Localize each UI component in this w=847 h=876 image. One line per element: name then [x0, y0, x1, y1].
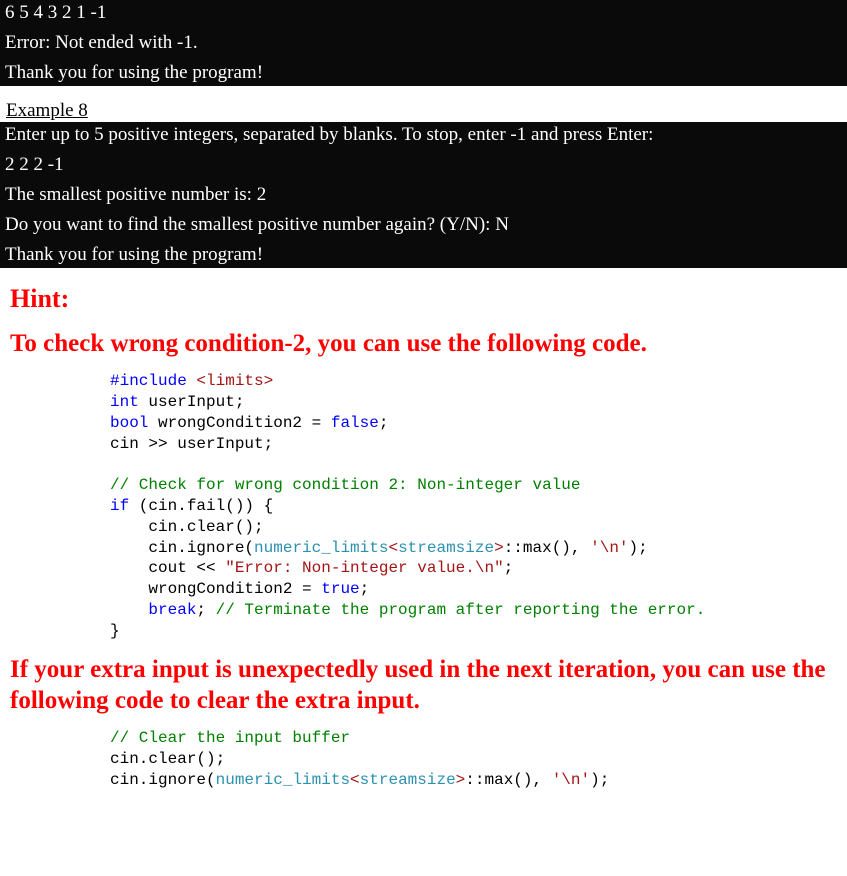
- code-comment: // Terminate the program after reporting…: [216, 601, 706, 619]
- code-text: cin.ignore(: [110, 771, 216, 789]
- code-text: wrongCondition2 =: [148, 414, 330, 432]
- hint-text-1: To check wrong condition-2, you can use …: [10, 328, 837, 359]
- code-text: ;: [504, 559, 514, 577]
- code-keyword: break: [148, 601, 196, 619]
- code-block-2: // Clear the input buffer cin.clear(); c…: [110, 728, 837, 790]
- code-text: userInput;: [139, 393, 245, 411]
- code-keyword: false: [331, 414, 379, 432]
- code-type: streamsize: [398, 539, 494, 557]
- code-text: ;: [360, 580, 370, 598]
- code-text: cin.clear();: [110, 518, 264, 536]
- code-keyword: true: [321, 580, 359, 598]
- code-text: (cin.fail()) {: [129, 497, 273, 515]
- code-text: ::max(),: [504, 539, 590, 557]
- console-line: 2 2 2 -1: [5, 154, 842, 176]
- code-keyword: int: [110, 393, 139, 411]
- console-output-1: 6 5 4 3 2 1 -1 Error: Not ended with -1.…: [0, 0, 847, 86]
- code-text: ;: [379, 414, 389, 432]
- code-text: );: [590, 771, 609, 789]
- code-literal: '\n': [590, 539, 628, 557]
- code-literal: <limits>: [196, 372, 273, 390]
- code-text: cin >> userInput;: [110, 435, 273, 453]
- code-block-1: #include <limits> int userInput; bool wr…: [110, 371, 837, 641]
- console-line: Enter up to 5 positive integers, separat…: [5, 124, 842, 146]
- code-text: cin.ignore(: [110, 539, 254, 557]
- code-text: ::max(),: [465, 771, 551, 789]
- code-sym: >: [456, 771, 466, 789]
- code-text: cout <<: [110, 559, 225, 577]
- console-line: Thank you for using the program!: [5, 244, 842, 266]
- code-text: );: [629, 539, 648, 557]
- console-output-2: Enter up to 5 positive integers, separat…: [0, 122, 847, 268]
- code-text: ;: [196, 601, 215, 619]
- console-line: Do you want to find the smallest positiv…: [5, 214, 842, 236]
- hint-text-2: If your extra input is unexpectedly used…: [10, 654, 837, 717]
- hint-heading: Hint:: [10, 284, 837, 314]
- code-text: }: [110, 622, 120, 640]
- console-line: 6 5 4 3 2 1 -1: [5, 2, 842, 24]
- code-sym: >: [494, 539, 504, 557]
- code-keyword: #include: [110, 372, 196, 390]
- code-comment: // Check for wrong condition 2: Non-inte…: [110, 476, 580, 494]
- code-text: [110, 601, 148, 619]
- code-keyword: if: [110, 497, 129, 515]
- code-comment: // Clear the input buffer: [110, 729, 350, 747]
- code-text: wrongCondition2 =: [110, 580, 321, 598]
- code-type: numeric_limits: [216, 771, 350, 789]
- console-line: Thank you for using the program!: [5, 62, 842, 84]
- console-line: The smallest positive number is: 2: [5, 184, 842, 206]
- code-type: numeric_limits: [254, 539, 388, 557]
- code-literal: '\n': [552, 771, 590, 789]
- example-heading: Example 8: [6, 100, 847, 122]
- code-text: cin.clear();: [110, 750, 225, 768]
- code-keyword: bool: [110, 414, 148, 432]
- code-sym: <: [388, 539, 398, 557]
- code-literal: "Error: Non-integer value.\n": [225, 559, 503, 577]
- code-type: streamsize: [360, 771, 456, 789]
- console-line: Error: Not ended with -1.: [5, 32, 842, 54]
- code-sym: <: [350, 771, 360, 789]
